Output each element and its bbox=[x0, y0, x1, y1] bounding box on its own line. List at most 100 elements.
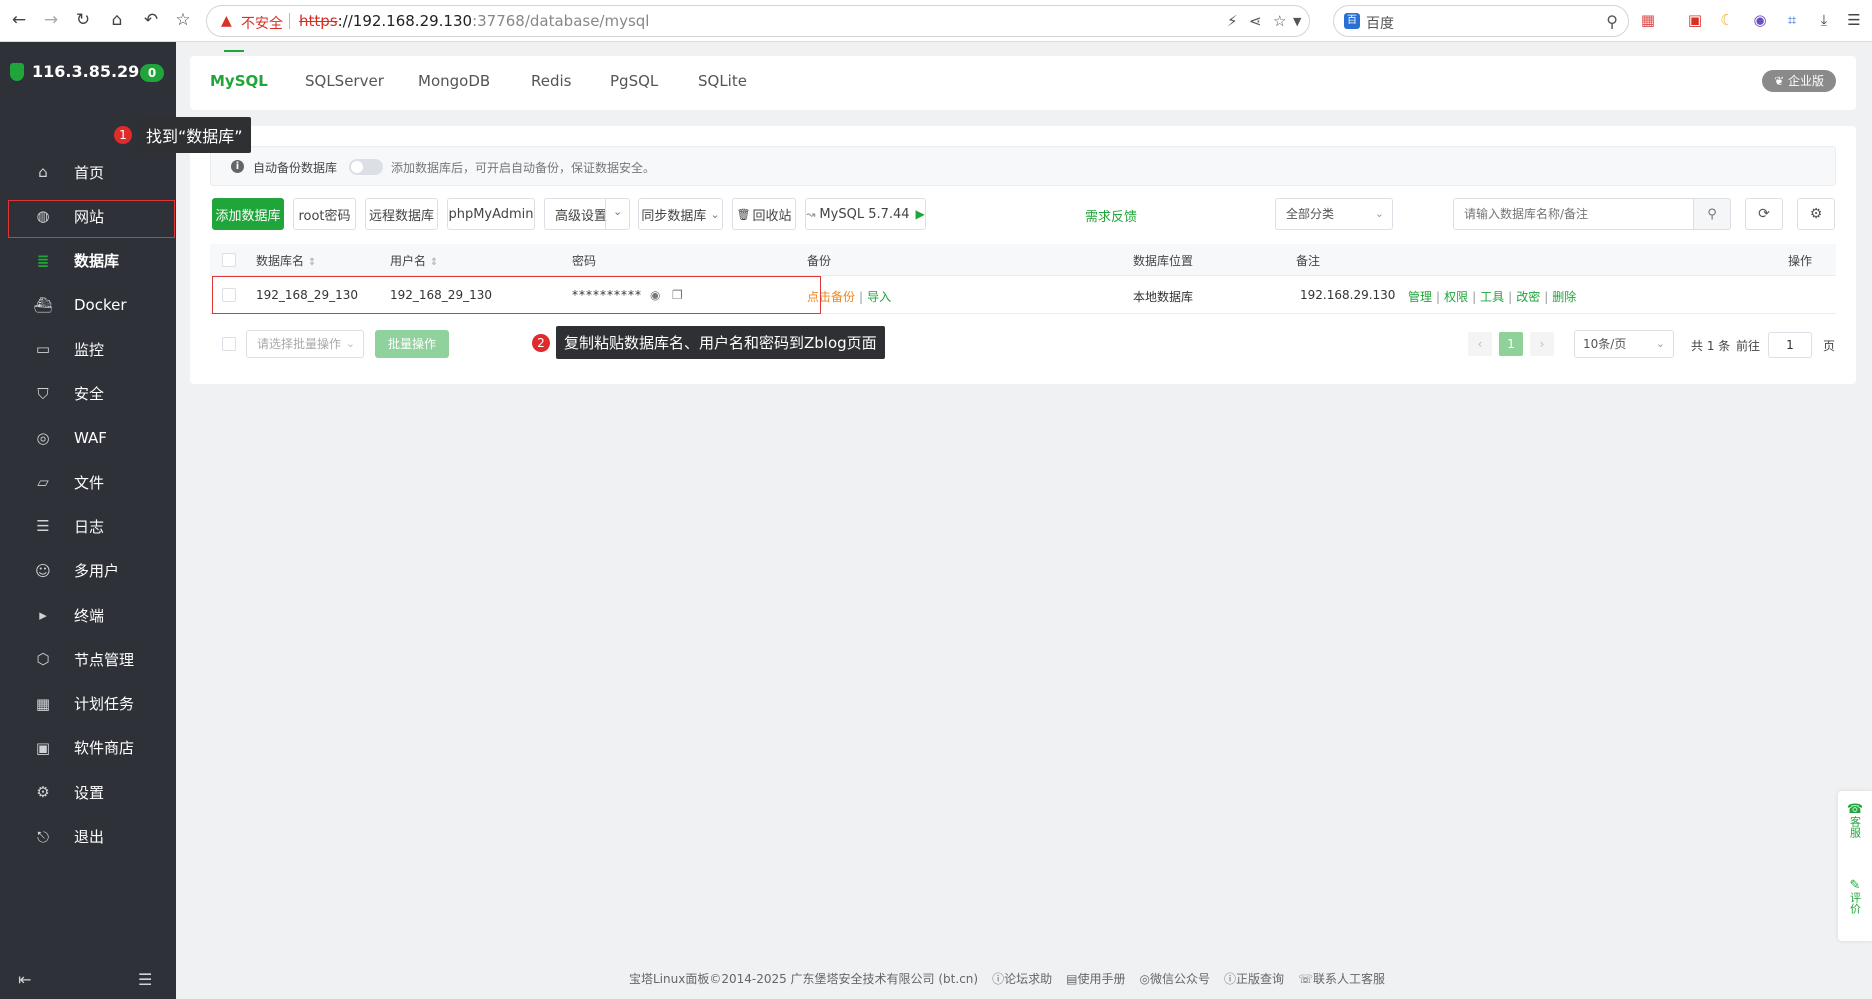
sidebar-item-3[interactable]: ⛴ Docker bbox=[0, 283, 176, 327]
add-database-button[interactable]: 添加数据库 bbox=[212, 198, 284, 230]
browser-search-box[interactable]: 百 百度 ⚲ bbox=[1333, 5, 1629, 37]
sidebar-item-9[interactable]: ☺ 多用户 bbox=[0, 549, 176, 593]
root-password-button[interactable]: root密码 bbox=[293, 198, 356, 230]
tab-mongodb[interactable]: MongoDB bbox=[418, 72, 490, 90]
feedback-link[interactable]: 需求反馈 bbox=[1085, 206, 1137, 225]
database-icon: ≣ bbox=[36, 251, 50, 270]
sidebar-item-6[interactable]: ◎ WAF bbox=[0, 416, 176, 460]
column-db-name[interactable]: 数据库名 ⇕ bbox=[256, 252, 316, 269]
database-search-input[interactable] bbox=[1453, 198, 1694, 230]
url-text[interactable]: https://192.168.29.130:37768/database/my… bbox=[299, 12, 649, 30]
tab-sqlite[interactable]: SQLite bbox=[698, 72, 747, 90]
manual-link[interactable]: ▤使用手册 bbox=[1066, 970, 1125, 987]
sidebar-item-2[interactable]: ≣ 数据库 bbox=[0, 239, 176, 283]
users-icon: ☺ bbox=[35, 561, 51, 580]
page-size-select[interactable]: 10条/页 ⌄ bbox=[1574, 330, 1674, 358]
tools-link[interactable]: 工具 bbox=[1480, 290, 1504, 304]
column-username[interactable]: 用户名 ⇕ bbox=[390, 252, 438, 269]
goto-page-input[interactable] bbox=[1768, 332, 1812, 358]
select-all-checkbox[interactable] bbox=[222, 253, 236, 267]
favorite-icon[interactable]: ☆ bbox=[1273, 12, 1286, 30]
callout-two: 2 复制粘贴数据库名、用户名和密码到Zblog页面 bbox=[532, 326, 885, 359]
sidebar-item-15[interactable]: ⎋ 退出 bbox=[0, 815, 176, 859]
sidebar-item-10[interactable]: ▸ 终端 bbox=[0, 593, 176, 637]
undo-icon[interactable]: ↶ bbox=[140, 9, 162, 31]
copyright: 宝塔Linux面板©2014-2025 广东堡塔安全技术有限公司 (bt.cn) bbox=[629, 972, 979, 986]
next-page-icon[interactable]: › bbox=[1530, 332, 1554, 356]
recycle-bin-button[interactable]: 🗑 回收站 bbox=[732, 198, 796, 230]
refresh-icon[interactable]: ⟳ bbox=[1745, 198, 1783, 230]
sidebar-item-7[interactable]: ▱ 文件 bbox=[0, 460, 176, 504]
footer-link-label: 联系人工客服 bbox=[1313, 972, 1386, 986]
sync-database-dropdown[interactable]: 同步数据库 ⌄ bbox=[638, 198, 723, 230]
forum-link[interactable]: ⓘ论坛求助 bbox=[992, 970, 1052, 987]
prev-page-icon[interactable]: ‹ bbox=[1468, 332, 1492, 356]
customer-service-button[interactable]: ☎ 客服 bbox=[1846, 803, 1864, 838]
tab-pgsql[interactable]: PgSQL bbox=[610, 72, 658, 90]
support-link[interactable]: ☏联系人工客服 bbox=[1298, 970, 1385, 987]
collapse-icon[interactable]: ⇤ bbox=[18, 970, 31, 989]
remark-cell[interactable]: 192.168.29.130 bbox=[1300, 288, 1395, 302]
sidebar-item-13[interactable]: ▣ 软件商店 bbox=[0, 726, 176, 770]
tab-redis[interactable]: Redis bbox=[531, 72, 571, 90]
crop-icon[interactable]: ⌗ bbox=[1782, 10, 1802, 30]
pdf-icon[interactable]: ▣ bbox=[1685, 10, 1705, 30]
menu-icon[interactable]: ☰ bbox=[1844, 10, 1864, 30]
sidebar-item-label: 设置 bbox=[74, 783, 105, 802]
sidebar-item-4[interactable]: ▭ 监控 bbox=[0, 327, 176, 371]
page-number[interactable]: 1 bbox=[1499, 332, 1523, 356]
list-icon[interactable]: ☰ bbox=[138, 970, 152, 989]
phpmyadmin-button[interactable]: phpMyAdmin bbox=[447, 198, 535, 230]
sidebar-item-1[interactable]: ◍ 网站 bbox=[0, 194, 176, 238]
license-check-link[interactable]: ⓘ正版查询 bbox=[1224, 970, 1284, 987]
search-icon[interactable]: ⚲ bbox=[1606, 12, 1618, 31]
batch-action-select[interactable]: 请选择批量操作 ⌄ bbox=[246, 330, 364, 358]
change-password-link[interactable]: 改密 bbox=[1516, 290, 1540, 304]
server-badge[interactable]: 0 bbox=[140, 64, 164, 82]
delete-link[interactable]: 删除 bbox=[1552, 290, 1576, 304]
sidebar-item-8[interactable]: ☰ 日志 bbox=[0, 504, 176, 548]
settings-gear-icon[interactable]: ⚙ bbox=[1797, 198, 1835, 230]
bookmark-star-icon[interactable]: ☆ bbox=[172, 9, 194, 31]
search-icon[interactable]: ⚲ bbox=[1693, 198, 1731, 230]
total-count: 共 1 条 bbox=[1691, 339, 1731, 353]
category-select[interactable]: 全部分类 ⌄ bbox=[1275, 198, 1393, 230]
recycle-bin-label: 回收站 bbox=[752, 208, 792, 224]
reload-icon[interactable]: ↻ bbox=[72, 9, 94, 31]
enterprise-badge[interactable]: ❦ 企业版 bbox=[1762, 70, 1836, 92]
batch-action-button[interactable]: 批量操作 bbox=[375, 330, 449, 358]
batch-checkbox[interactable] bbox=[222, 337, 236, 351]
robot-icon[interactable]: ◉ bbox=[1750, 10, 1770, 30]
sidebar-item-11[interactable]: ⬡ 节点管理 bbox=[0, 637, 176, 681]
sidebar-item-5[interactable]: ⛉ 安全 bbox=[0, 372, 176, 416]
chevron-down-icon[interactable]: ▼ bbox=[1293, 15, 1301, 28]
security-status[interactable]: 不安全 bbox=[241, 13, 283, 33]
sidebar-item-12[interactable]: ▦ 计划任务 bbox=[0, 682, 176, 726]
lightning-icon[interactable]: ⚡ bbox=[1227, 12, 1238, 30]
auto-backup-toggle[interactable] bbox=[349, 159, 383, 175]
home-icon[interactable]: ⌂ bbox=[106, 9, 128, 31]
tab-sqlserver[interactable]: SQLServer bbox=[305, 72, 384, 90]
back-icon[interactable]: ← bbox=[8, 9, 30, 31]
server-info[interactable]: 116.3.85.29 bbox=[10, 62, 139, 81]
remote-database-button[interactable]: 远程数据库 bbox=[365, 198, 438, 230]
auto-backup-label: 自动备份数据库 bbox=[253, 161, 338, 175]
forward-icon[interactable]: → bbox=[40, 9, 62, 31]
sidebar-item-14[interactable]: ⚙ 设置 bbox=[0, 770, 176, 814]
share-icon[interactable]: ⋖ bbox=[1249, 12, 1262, 30]
sidebar-item-label: 计划任务 bbox=[74, 695, 135, 714]
mysql-version-button[interactable]: ↝ MySQL 5.7.44 ▶ bbox=[805, 198, 926, 230]
wechat-link[interactable]: ◎微信公众号 bbox=[1139, 970, 1210, 987]
tab-mysql[interactable]: MySQL bbox=[210, 72, 268, 90]
permission-link[interactable]: 权限 bbox=[1444, 290, 1468, 304]
sidebar-item-0[interactable]: ⌂ 首页 bbox=[0, 150, 176, 194]
address-bar[interactable]: ▲ 不安全 https://192.168.29.130:37768/datab… bbox=[206, 5, 1310, 37]
moon-icon[interactable]: ☾ bbox=[1717, 10, 1737, 30]
manage-link[interactable]: 管理 bbox=[1408, 290, 1432, 304]
import-link[interactable]: 导入 bbox=[867, 290, 891, 304]
review-button[interactable]: ✎ 评价 bbox=[1846, 879, 1864, 914]
edit-icon: ✎ bbox=[1849, 878, 1861, 893]
apps-grid-icon[interactable]: ▦ bbox=[1638, 10, 1658, 30]
advanced-settings-dropdown[interactable]: 高级设置 ⌄ bbox=[544, 198, 630, 230]
download-icon[interactable]: ⤓ bbox=[1814, 10, 1834, 30]
